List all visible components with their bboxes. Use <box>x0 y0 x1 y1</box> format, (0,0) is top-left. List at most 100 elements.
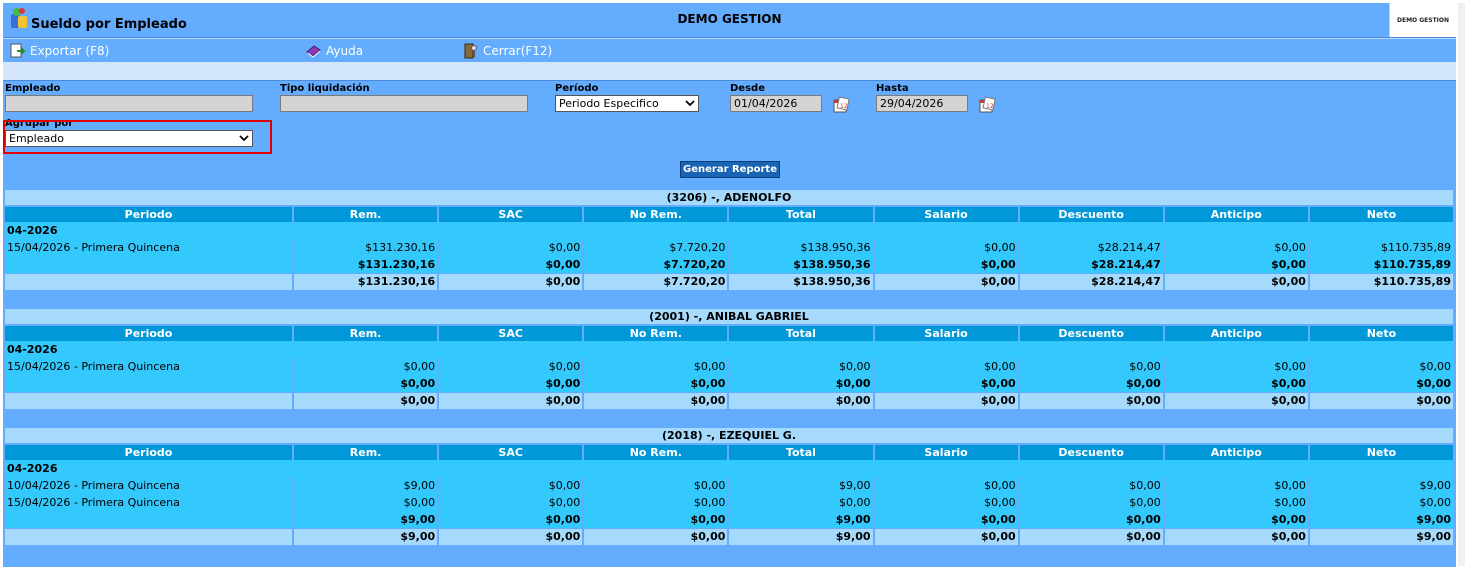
column-header: Periodo <box>5 445 292 460</box>
subtotal-cell: $9,00 <box>294 511 438 528</box>
table-cell: $0,00 <box>294 494 438 511</box>
total-cell: $0,00 <box>874 529 1018 545</box>
subtotal-cell: $9,00 <box>729 511 873 528</box>
subtotal-cell: $0,00 <box>584 511 728 528</box>
table-cell: $0,00 <box>294 358 438 375</box>
column-header: SAC <box>439 207 583 222</box>
column-header: SAC <box>439 326 583 341</box>
table-cell: $9,00 <box>729 477 873 494</box>
svg-text:12: 12 <box>840 103 848 110</box>
total-cell: $9,00 <box>1309 529 1453 545</box>
subtotal-cell <box>5 256 292 273</box>
generate-report-button[interactable]: Generar Reporte <box>680 161 780 178</box>
empleado-label: Empleado <box>5 83 61 94</box>
employee-group-table: Periodo Rem. SAC No Rem. Total Salario Descuen… <box>5 445 1453 545</box>
table-cell: $110.735,89 <box>1309 239 1453 256</box>
hasta-input[interactable]: 29/04/2026 <box>876 95 968 112</box>
total-cell: $0,00 <box>1309 393 1453 409</box>
subtotal-cell: $0,00 <box>1164 375 1308 392</box>
total-cell: $0,00 <box>874 274 1018 290</box>
total-cell: $0,00 <box>874 393 1018 409</box>
table-cell: $131.230,16 <box>294 239 438 256</box>
table-cell: $138.950,36 <box>729 239 873 256</box>
help-button[interactable]: Ayuda <box>305 42 363 59</box>
table-cell: $0,00 <box>584 358 728 375</box>
total-cell: $0,00 <box>294 393 438 409</box>
report-panel: Empleado Tipo liquidación Período Period… <box>3 80 1456 567</box>
column-header: Neto <box>1309 445 1453 460</box>
column-header: Rem. <box>294 326 438 341</box>
column-header: Periodo <box>5 326 292 341</box>
total-cell: $0,00 <box>439 529 583 545</box>
employee-group-table: Periodo Rem. SAC No Rem. Total Salario Descuen… <box>5 207 1453 290</box>
table-cell: 15/04/2026 - Primera Quincena <box>5 358 292 375</box>
spacer-strip <box>3 62 1456 80</box>
table-cell: $0,00 <box>584 477 728 494</box>
periodo-select-value: Periodo Especifico <box>559 97 659 110</box>
column-header: Neto <box>1309 326 1453 341</box>
table-cell: $0,00 <box>874 239 1018 256</box>
total-cell: $0,00 <box>1019 529 1163 545</box>
column-header: Total <box>729 445 873 460</box>
subtotal-cell: $0,00 <box>874 511 1018 528</box>
table-cell: $0,00 <box>874 477 1018 494</box>
total-cell: $0,00 <box>584 529 728 545</box>
month-label: 04-2026 <box>5 460 1453 477</box>
close-button[interactable]: Cerrar(F12) <box>462 42 552 59</box>
toolbar: Exportar (F8) Ayuda Cerrar(F12) <box>3 38 1456 63</box>
employee-group-table: Periodo Rem. SAC No Rem. Total Salario Descuen… <box>5 326 1453 409</box>
desde-label: Desde <box>730 83 765 94</box>
total-cell: $9,00 <box>294 529 438 545</box>
column-header: No Rem. <box>584 207 728 222</box>
table-cell: $0,00 <box>1019 477 1163 494</box>
tipo-liquidacion-input[interactable] <box>280 95 528 112</box>
table-cell: $0,00 <box>729 494 873 511</box>
table-cell: $9,00 <box>1309 477 1453 494</box>
subtotal-cell: $0,00 <box>294 375 438 392</box>
hasta-calendar-icon[interactable]: 12 <box>978 96 996 114</box>
total-cell: $0,00 <box>1164 393 1308 409</box>
subtotal-cell: $28.214,47 <box>1019 256 1163 273</box>
employee-group-title: (3206) -, ADENOLFO <box>5 190 1453 205</box>
employee-group: (2018) -, EZEQUIEL G. Periodo Rem. SAC No Re… <box>5 428 1453 545</box>
subtotal-cell: $110.735,89 <box>1309 256 1453 273</box>
hasta-label: Hasta <box>876 83 909 94</box>
subtotal-cell <box>5 511 292 528</box>
desde-calendar-icon[interactable]: 12 <box>832 96 850 114</box>
month-label: 04-2026 <box>5 222 1453 239</box>
column-header: Periodo <box>5 207 292 222</box>
column-header: SAC <box>439 445 583 460</box>
subtotal-cell: $138.950,36 <box>729 256 873 273</box>
table-cell: $9,00 <box>294 477 438 494</box>
chevron-down-icon <box>685 100 695 107</box>
help-book-icon <box>306 45 321 58</box>
desde-input[interactable]: 01/04/2026 <box>730 95 822 112</box>
total-cell: $0,00 <box>439 274 583 290</box>
subtotal-cell: $0,00 <box>1164 256 1308 273</box>
table-cell: $0,00 <box>584 494 728 511</box>
total-cell: $0,00 <box>439 393 583 409</box>
empleado-input[interactable] <box>5 95 253 112</box>
export-button[interactable]: Exportar (F8) <box>9 42 109 59</box>
tipo-liquidacion-label: Tipo liquidación <box>280 83 370 94</box>
company-name: DEMO GESTION <box>677 12 782 26</box>
brand-logo: DEMO GESTION <box>1389 3 1456 37</box>
column-header: Total <box>729 326 873 341</box>
table-cell: $7.720,20 <box>584 239 728 256</box>
column-header: Anticipo <box>1164 445 1308 460</box>
periodo-select[interactable]: Periodo Especifico <box>555 95 699 112</box>
total-cell: $138.950,36 <box>729 274 873 290</box>
table-cell: $28.214,47 <box>1019 239 1163 256</box>
table-cell: $0,00 <box>1019 358 1163 375</box>
column-header: Descuento <box>1019 326 1163 341</box>
table-cell: $0,00 <box>1164 477 1308 494</box>
vertical-scrollbar[interactable] <box>1458 3 1465 566</box>
table-cell: $0,00 <box>874 358 1018 375</box>
employee-group-title: (2001) -, ANIBAL GABRIEL <box>5 309 1453 324</box>
subtotal-cell: $0,00 <box>439 511 583 528</box>
total-cell: $28.214,47 <box>1019 274 1163 290</box>
subtotal-cell: $0,00 <box>439 375 583 392</box>
table-cell: $0,00 <box>1309 494 1453 511</box>
table-cell: $0,00 <box>1164 494 1308 511</box>
subtotal-cell: $9,00 <box>1309 511 1453 528</box>
